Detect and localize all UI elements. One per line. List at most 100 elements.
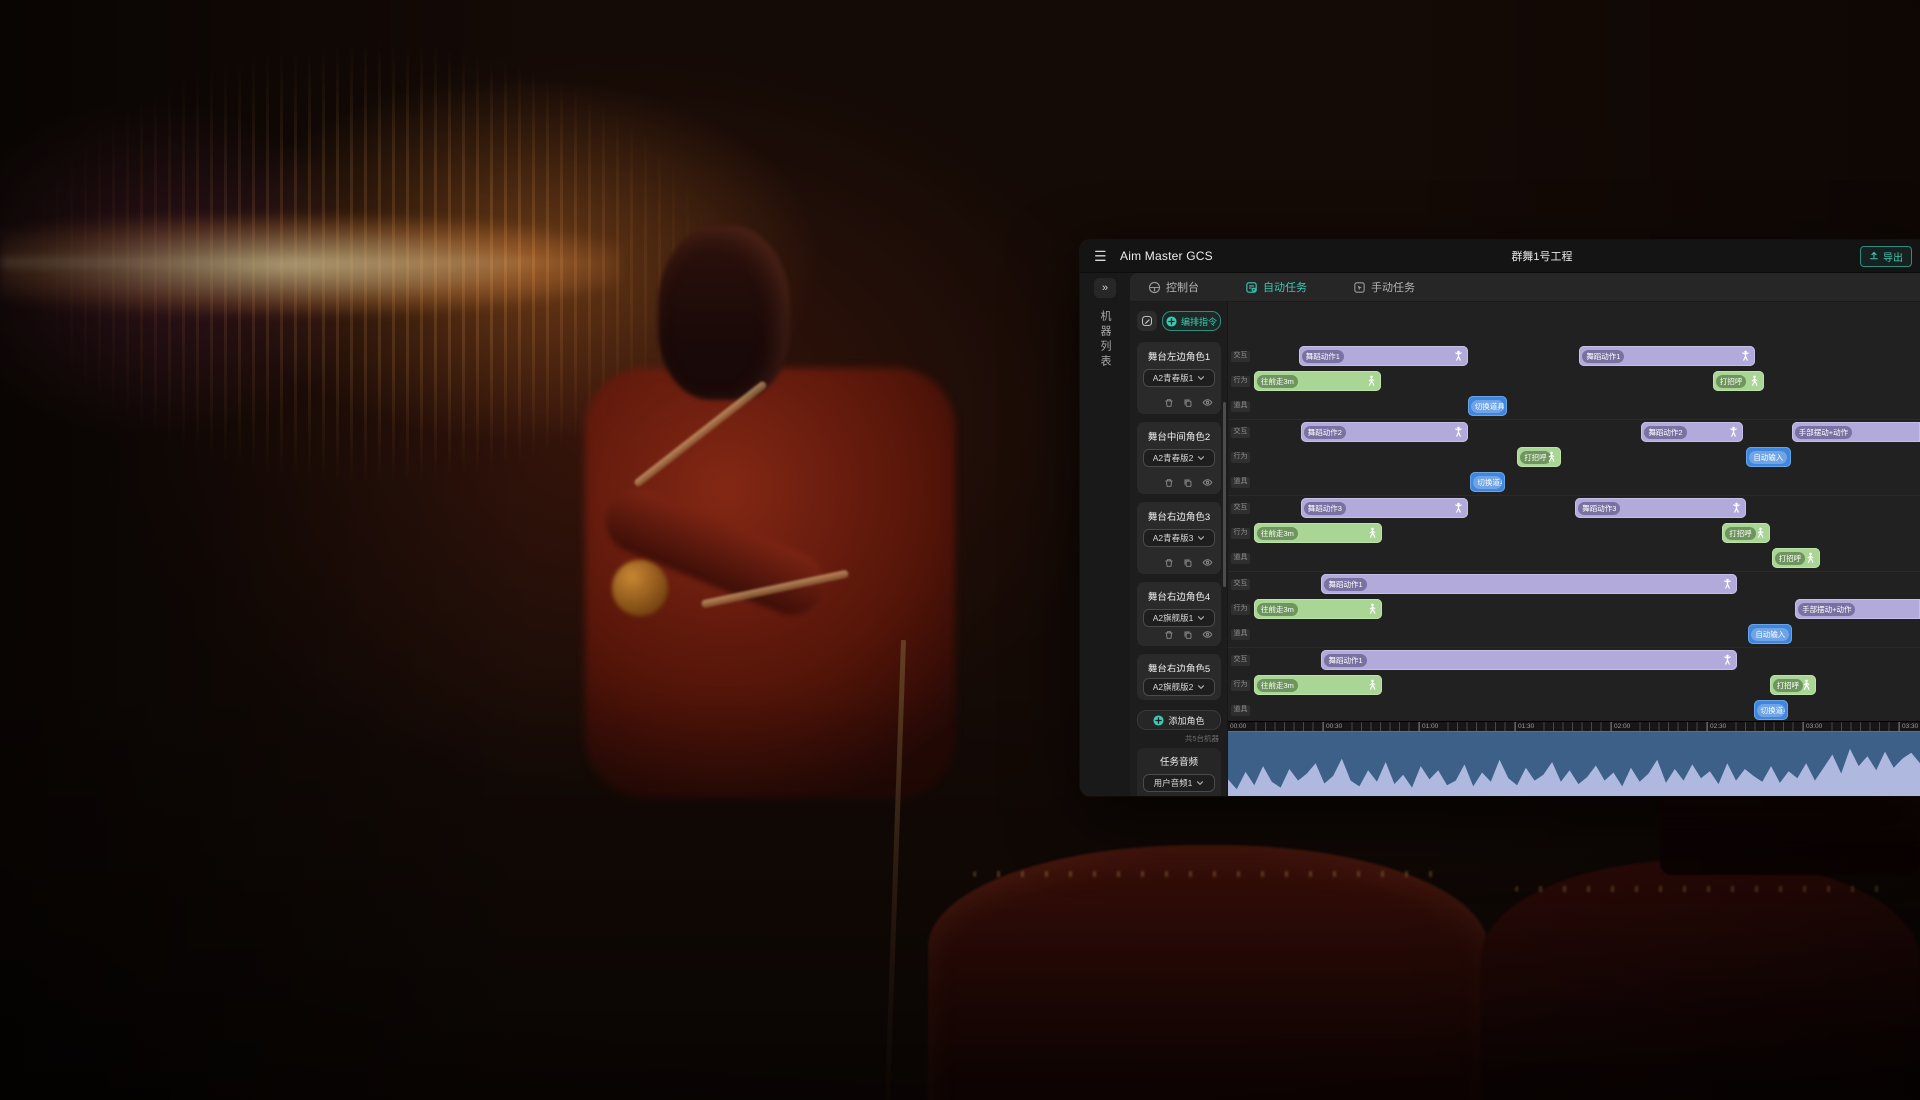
dancer-icon <box>1728 426 1739 439</box>
tab-manual-tasks[interactable]: 手动任务 <box>1353 279 1415 295</box>
clip-dance[interactable]: 舞蹈动作1 <box>1321 650 1736 670</box>
walker-icon <box>1801 679 1812 692</box>
robot-model-select[interactable]: A2青春版3 <box>1143 529 1215 547</box>
export-button[interactable]: 导出 <box>1860 246 1912 267</box>
track-row-label: 行为 <box>1231 376 1250 386</box>
track-row: 交互舞蹈动作2舞蹈动作2手部摆动+动作 <box>1228 420 1920 445</box>
robot-card-actions <box>1143 557 1215 570</box>
robot-model-select[interactable]: A2青春版2 <box>1143 449 1215 467</box>
clip-walk[interactable]: 打招呼 <box>1770 675 1816 695</box>
orchestrate-label: 编排指令 <box>1181 315 1217 328</box>
orchestrate-command-button[interactable]: 编排指令 <box>1162 311 1221 331</box>
track-lane[interactable]: 打招呼 <box>1252 546 1920 571</box>
clip-dance[interactable]: 手部摆动+动作 <box>1795 599 1920 619</box>
clip-walk[interactable]: 打招呼 <box>1722 523 1769 543</box>
clip-walk[interactable]: 往前走3m <box>1254 599 1382 619</box>
track-row-label: 行为 <box>1231 528 1250 538</box>
clip-prop[interactable]: 切换道具 <box>1754 700 1788 720</box>
clip-walk[interactable]: 打招呼 <box>1517 447 1561 467</box>
clip-dance[interactable]: 舞蹈动作3 <box>1301 498 1469 518</box>
clip-dance[interactable]: 舞蹈动作1 <box>1299 346 1468 366</box>
audio-select[interactable]: 用户音频1 <box>1143 774 1215 792</box>
manual-tasks-icon <box>1353 281 1366 294</box>
sidebar-scrollbar[interactable] <box>1223 402 1226 587</box>
robot-list: 舞台左边角色1A2青春版1舞台中间角色2A2青春版2舞台右边角色3A2青春版3舞… <box>1137 342 1221 700</box>
clip-prop[interactable]: 自动输入 <box>1746 447 1791 467</box>
clip-prop[interactable]: 自动输入 <box>1748 624 1791 644</box>
track-row: 道具自动输入 <box>1228 622 1920 647</box>
duplicate-icon[interactable] <box>1183 397 1193 408</box>
clip-walk[interactable]: 打招呼 <box>1713 371 1764 391</box>
track-row-label: 交互 <box>1231 655 1250 665</box>
plus-circle-icon <box>1153 715 1164 726</box>
robot-model-select[interactable]: A2青春版1 <box>1143 369 1215 387</box>
track-lane[interactable]: 自动输入 <box>1252 622 1920 647</box>
clip-label: 手部摆动+动作 <box>1798 603 1855 616</box>
track-lane[interactable]: 往前走3m 打招呼 <box>1252 369 1920 394</box>
visibility-icon[interactable] <box>1202 557 1213 568</box>
robot-model-value: A2青春版1 <box>1153 372 1194 384</box>
robot-model-select[interactable]: A2旗舰版2 <box>1143 678 1215 696</box>
clip-label: 舞蹈动作1 <box>1582 350 1624 363</box>
tab-console[interactable]: 控制台 <box>1148 279 1199 295</box>
clip-prop[interactable]: 切换道具 <box>1468 396 1507 416</box>
track-lane[interactable]: 舞蹈动作1 舞蹈动作1 <box>1252 344 1920 369</box>
track-row-label: 交互 <box>1231 579 1250 589</box>
track-lane[interactable]: 往前走3m 打招呼 <box>1252 521 1920 546</box>
delete-icon[interactable] <box>1164 477 1174 488</box>
clip-walk[interactable]: 往前走3m <box>1254 523 1382 543</box>
track-lane[interactable]: 切换道具 <box>1252 394 1920 419</box>
robot-card: 舞台右边角色3A2青春版3 <box>1137 502 1221 574</box>
expand-rail-button[interactable]: » <box>1094 278 1116 298</box>
clip-dance[interactable]: 舞蹈动作1 <box>1579 346 1755 366</box>
track-lane[interactable]: 切换道具 <box>1252 470 1920 495</box>
track-row: 行为往前走3m打招呼 <box>1228 673 1920 698</box>
chevron-down-icon <box>1196 779 1204 787</box>
clip-walk[interactable]: 往前走3m <box>1254 371 1381 391</box>
machine-list-rail: » 机器列表 <box>1080 273 1130 796</box>
dancer-icon <box>1722 654 1733 667</box>
robot-model-select[interactable]: A2旗舰版1 <box>1143 609 1215 627</box>
clip-dance[interactable]: 舞蹈动作2 <box>1301 422 1469 442</box>
clip-dance[interactable]: 手部摆动+动作 <box>1792 422 1920 442</box>
robot-sidebar: 编排指令 舞台左边角色1A2青春版1舞台中间角色2A2青春版2舞台右边角色3A2… <box>1130 302 1228 796</box>
track-row: 交互 舞蹈动作1 <box>1228 572 1920 597</box>
clip-walk[interactable]: 往前走3m <box>1254 675 1382 695</box>
ruler-time-label: 02:30 <box>1709 722 1728 731</box>
delete-icon[interactable] <box>1164 397 1174 408</box>
clip-walk[interactable]: 打招呼 <box>1772 548 1821 568</box>
visibility-icon[interactable] <box>1202 477 1213 488</box>
menu-icon[interactable]: ☰ <box>1094 249 1110 263</box>
duplicate-icon[interactable] <box>1183 557 1193 568</box>
edit-button[interactable] <box>1137 311 1157 331</box>
duplicate-icon[interactable] <box>1183 629 1193 640</box>
track-lane[interactable]: 舞蹈动作2 舞蹈动作2 手部摆动+动作 <box>1252 420 1920 445</box>
visibility-icon[interactable] <box>1202 397 1213 408</box>
clip-dance[interactable]: 舞蹈动作3 <box>1575 498 1746 518</box>
upload-icon <box>1869 250 1879 263</box>
delete-icon[interactable] <box>1164 629 1174 640</box>
track-group: 交互舞蹈动作3舞蹈动作3行为往前走3m打招呼道具打招呼 <box>1228 495 1920 571</box>
audio-waveform <box>1228 731 1920 796</box>
track-lane[interactable]: 打招呼 自动输入 <box>1252 445 1920 470</box>
delete-icon[interactable] <box>1164 557 1174 568</box>
audio-select-value: 用户音频1 <box>1154 777 1193 789</box>
dancer-icon <box>1731 502 1742 515</box>
track-lane[interactable]: 舞蹈动作1 <box>1252 572 1920 597</box>
add-robot-button[interactable]: 添加角色 <box>1137 710 1221 730</box>
track-lane[interactable]: 往前走3m 打招呼 <box>1252 673 1920 698</box>
duplicate-icon[interactable] <box>1183 477 1193 488</box>
track-lane[interactable]: 切换道具 <box>1252 698 1920 723</box>
track-lane[interactable]: 舞蹈动作1 <box>1252 648 1920 673</box>
robot-name: 舞台右边角色4 <box>1143 589 1215 603</box>
ruler-time-label: 01:00 <box>1421 722 1440 731</box>
visibility-icon[interactable] <box>1202 629 1213 640</box>
clip-dance[interactable]: 舞蹈动作2 <box>1641 422 1743 442</box>
clip-dance[interactable]: 舞蹈动作1 <box>1321 574 1736 594</box>
track-row: 道具切换道具 <box>1228 698 1920 723</box>
track-lane[interactable]: 往前走3m 手部摆动+动作 <box>1252 597 1920 622</box>
track-lane[interactable]: 舞蹈动作3 舞蹈动作3 <box>1252 496 1920 521</box>
tab-auto-tasks[interactable]: 自动任务 <box>1245 279 1307 295</box>
track-row-label: 道具 <box>1231 401 1250 411</box>
clip-prop[interactable]: 切换道具 <box>1470 472 1505 492</box>
